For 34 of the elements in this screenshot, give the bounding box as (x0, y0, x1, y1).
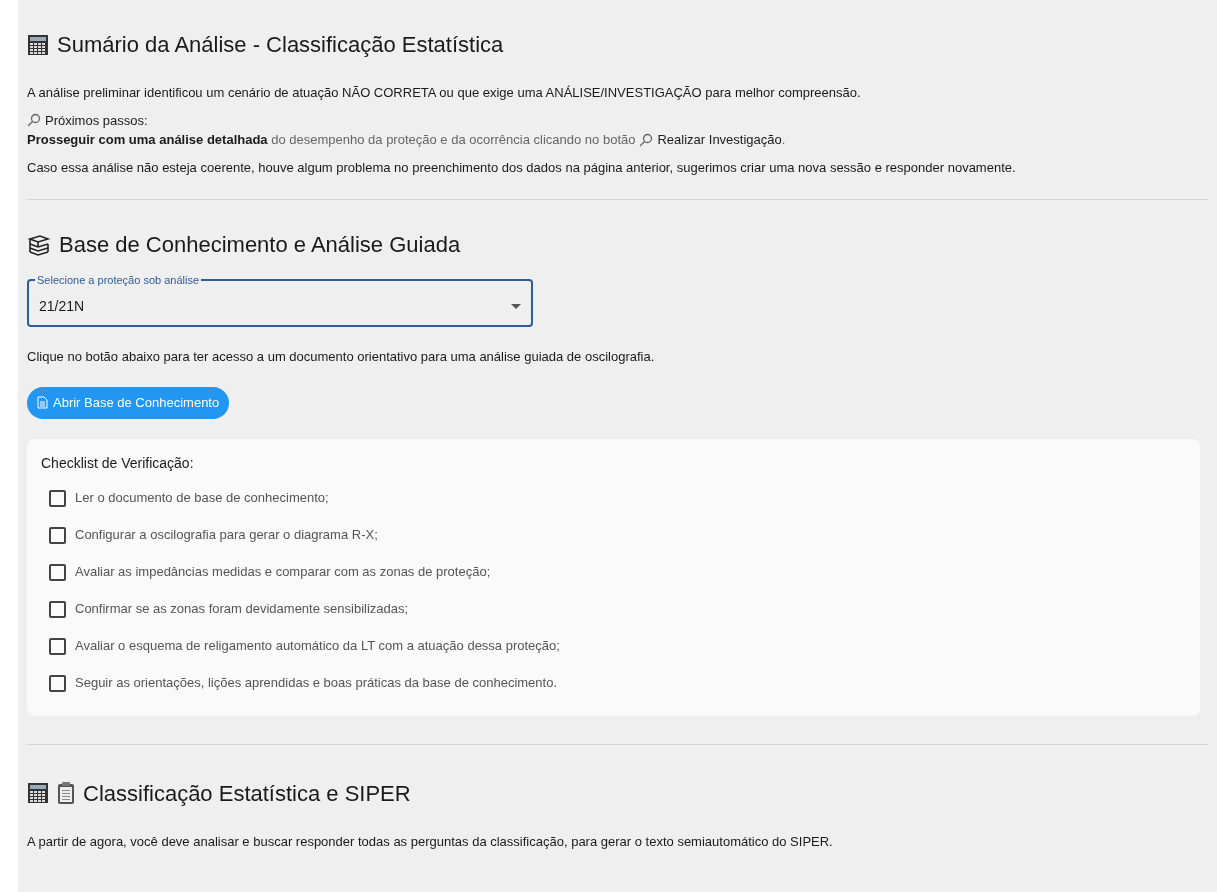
search-icon (27, 113, 41, 128)
section-title: Sumário da Análise - Classificação Estatística (57, 31, 504, 59)
checklist-item-label: Ler o documento de base de conhecimento; (75, 489, 329, 508)
checklist-item-label: Confirmar se as zonas foram devidamente sensibilizadas; (75, 600, 409, 619)
search-icon (639, 132, 654, 147)
classification-text: A partir de agora, você deve analisar e buscar responder todas as perguntas da classificação, para gerar o texto semiautomático do SIPER. (27, 832, 834, 851)
action-name: Realizar Investigação (657, 131, 782, 149)
checkbox[interactable] (49, 526, 66, 544)
intro-text: A análise preliminar identificou um cenário de atuação NÃO CORRETA ou que exige uma ANÁLISE/INVESTIGAÇÃO para melhor compreensão. (27, 84, 862, 102)
checkbox[interactable] (49, 674, 66, 692)
checkbox[interactable] (49, 637, 66, 655)
next-steps-label: Próximos passos: (45, 111, 148, 130)
checkbox[interactable] (49, 600, 66, 618)
checklist-item-label: Configurar a oscilografia para gerar o diagrama R-X; (75, 526, 378, 545)
books-icon (27, 233, 51, 256)
note-text: Caso essa análise não esteja coerente, houve algum problema no preenchimento dos dados na página anterior, sugerimos criar uma nova sessão e responder novamente. (27, 158, 1017, 177)
next-steps-text: Prosseguir com uma análise detalhada do desempenho da proteção e da ocorrência clicando no botão (27, 131, 636, 149)
checklist-item-label: Avaliar as impedâncias medidas e comparar com as zonas de proteção; (75, 563, 491, 582)
checklist-item-label: Avaliar o esquema de religamento automático da LT com a atuação dessa proteção; (75, 637, 560, 656)
checkbox[interactable] (49, 563, 66, 581)
section-title: Base de Conhecimento e Análise Guiada (59, 231, 461, 259)
checklist-item-label: Seguir as orientações, lições aprendidas e boas práticas da base de conhecimento. (75, 674, 558, 693)
clipboard-icon (57, 781, 75, 805)
section-title: Classificação Estatística e SIPER (83, 779, 411, 808)
period: . (781, 131, 786, 149)
hint-text: Clique no botão abaixo para ter acesso a um documento orientativo para uma análise guiada de oscilografia. (27, 348, 656, 366)
checklist-title: Checklist de Verificação: (41, 453, 195, 473)
checkbox[interactable] (49, 489, 66, 507)
select-value: 21/21N (39, 296, 85, 316)
calculator-icon (27, 782, 49, 804)
select-label: Selecione a proteção sob análise (35, 273, 202, 287)
calculator-icon (27, 33, 49, 56)
document-icon (37, 396, 48, 409)
dropdown-caret-icon (511, 303, 521, 309)
